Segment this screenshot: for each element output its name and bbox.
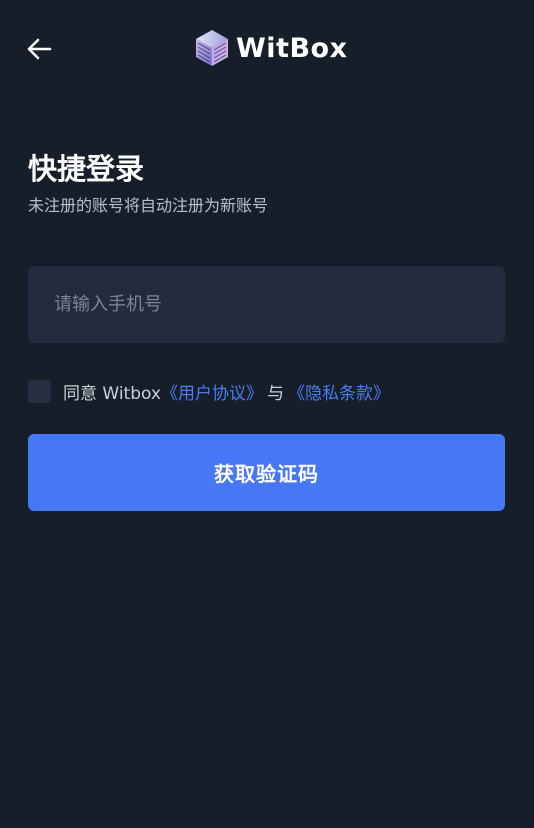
get-code-button[interactable]: 获取验证码 — [28, 434, 505, 511]
page-subtitle: 未注册的账号将自动注册为新账号 — [28, 196, 269, 215]
agree-checkbox[interactable] — [28, 379, 51, 403]
logo-text: WitBox — [236, 32, 348, 64]
agree-conjunction: 与 — [266, 383, 284, 404]
login-screen: WitBox 快捷登录 未注册的账号将自动注册为新账号 同意 Witbox 《用… — [0, 0, 534, 828]
privacy-policy-link[interactable]: 《隐私条款》 — [288, 379, 390, 404]
user-agreement-link[interactable]: 《用户协议》 — [161, 379, 263, 404]
back-button[interactable] — [22, 32, 56, 66]
phone-input[interactable] — [28, 266, 505, 343]
page-title: 快捷登录 — [28, 152, 145, 186]
arrow-left-icon — [27, 38, 52, 60]
logo: WitBox — [194, 26, 348, 70]
agreement-row: 同意 Witbox 《用户协议》 与 《隐私条款》 — [28, 378, 390, 404]
header: WitBox — [0, 0, 534, 96]
witbox-cube-logo-icon — [196, 30, 228, 66]
phone-field — [28, 266, 505, 343]
agree-prefix: 同意 Witbox — [63, 383, 161, 404]
